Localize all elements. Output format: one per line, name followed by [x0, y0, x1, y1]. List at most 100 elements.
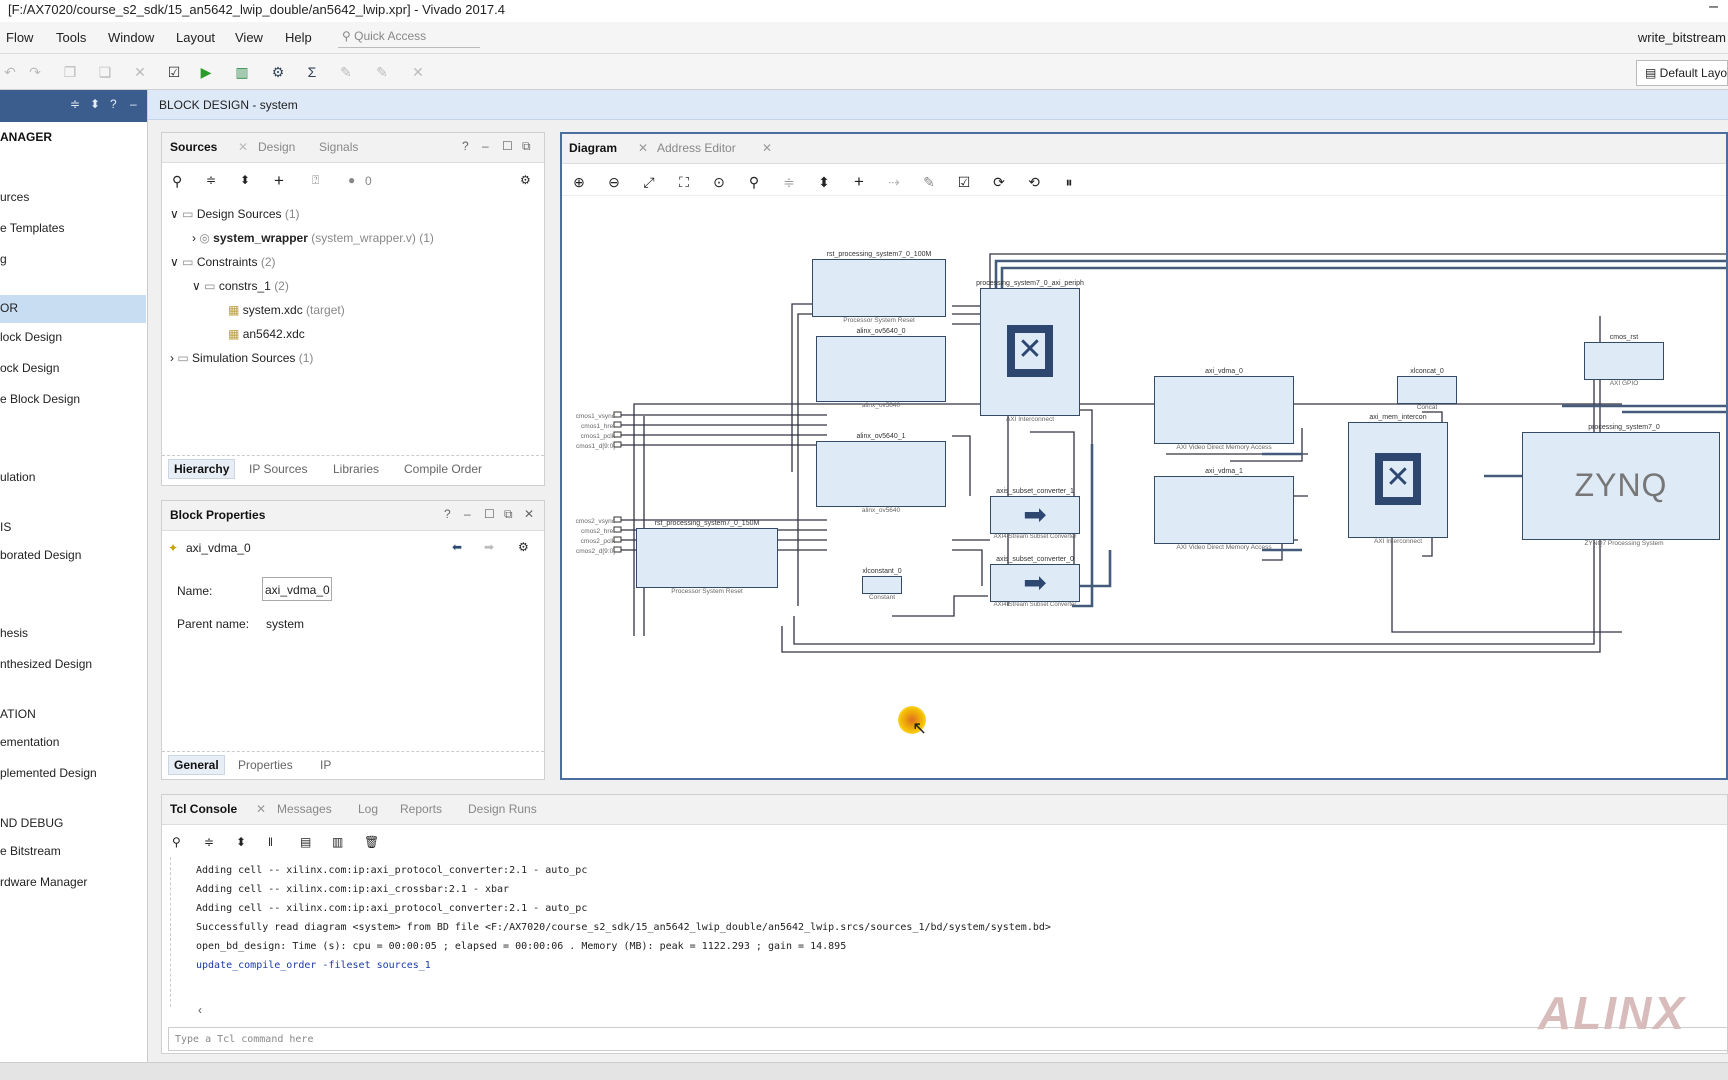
nav-run-synthesis[interactable]: hesis	[0, 626, 28, 640]
tree-system-wrapper[interactable]: › ◎ system_wrapper (system_wrapper.v) (1…	[192, 231, 434, 245]
tab-sources[interactable]: Sources	[170, 140, 217, 154]
nav-program-and-debug[interactable]: ND DEBUG	[0, 816, 63, 830]
tool-disabled-icon-3[interactable]: ✕	[408, 62, 428, 82]
tree-an5642-xdc[interactable]: ▦ an5642.xdc	[228, 327, 305, 341]
name-input[interactable]: axi_vdma_0	[262, 577, 332, 601]
nav-open-block-design[interactable]: ock Design	[0, 361, 59, 375]
add-ip-icon[interactable]: +	[849, 172, 869, 192]
search-icon[interactable]: ⚲	[172, 835, 181, 849]
nav-run-simulation[interactable]: ulation	[0, 470, 35, 484]
wrench-icon[interactable]: ✎	[919, 172, 939, 192]
minimize-icon[interactable]: –	[482, 139, 489, 153]
tool-disabled-icon-1[interactable]: ✎	[336, 62, 356, 82]
float-icon[interactable]: ⧉	[522, 139, 531, 154]
zoom-selection-icon[interactable]: ⛶	[674, 172, 694, 192]
tab-design[interactable]: Design	[258, 140, 295, 154]
tree-design-sources[interactable]: ∨ ▭ Design Sources (1)	[170, 207, 300, 221]
gear-icon[interactable]: ⚙	[520, 173, 531, 187]
block-axi-vdma-1[interactable]: axi_vdma_1 AXI Video Direct Memory Acces…	[1152, 468, 1296, 552]
pause-icon[interactable]: ‖	[268, 835, 273, 849]
program-icon[interactable]: ▥	[232, 62, 252, 82]
nav-create-block-design[interactable]: lock Design	[0, 330, 62, 344]
nav-ip-catalog[interactable]: g	[0, 252, 7, 266]
regenerate-layout-icon[interactable]: ⟲	[1024, 172, 1044, 192]
close-icon[interactable]: ✕	[238, 140, 248, 154]
paste-icon[interactable]: ❏	[95, 62, 115, 82]
minimize-button[interactable]: –	[1709, 0, 1718, 16]
quick-access-input[interactable]: ⚲ Quick Access	[338, 26, 480, 48]
close-icon[interactable]: ✕	[762, 141, 772, 155]
scroll-left-icon[interactable]: ‹	[198, 1003, 202, 1017]
validate-icon[interactable]: ☑	[164, 62, 184, 82]
collapse-all-icon[interactable]: ≑	[206, 173, 216, 187]
block-rst-150m[interactable]: rst_processing_system7_0_150M Processor …	[636, 520, 778, 600]
tool-disabled-icon-2[interactable]: ✎	[372, 62, 392, 82]
tab-signals[interactable]: Signals	[319, 140, 358, 154]
tab-general[interactable]: General	[168, 755, 225, 775]
tab-hierarchy[interactable]: Hierarchy	[168, 459, 236, 479]
forward-arrow-icon[interactable]: ➡	[484, 540, 494, 554]
refresh-icon[interactable]: ⟳	[989, 172, 1009, 192]
block-axi-periph[interactable]: processing_system7_0_axi_periph ✕ AXI In…	[970, 280, 1090, 424]
close-icon[interactable]: ✕	[256, 802, 266, 816]
center-icon[interactable]: ⊙	[709, 172, 729, 192]
copy-icon[interactable]: ▤	[300, 835, 311, 849]
help-icon[interactable]: ?	[444, 507, 451, 521]
block-axi-vdma-0[interactable]: axi_vdma_0 AXI Video Direct Memory Acces…	[1152, 368, 1296, 452]
tab-log[interactable]: Log	[358, 802, 378, 816]
tree-simulation-sources[interactable]: › ▭ Simulation Sources (1)	[170, 351, 313, 365]
block-xlconstant-0[interactable]: xlconstant_0 Constant	[852, 568, 912, 606]
tree-constraints[interactable]: ∨ ▭ Constraints (2)	[170, 255, 276, 269]
block-xlconcat-0[interactable]: xlconcat_0 Concat	[1394, 368, 1460, 418]
menu-tools[interactable]: Tools	[56, 30, 86, 45]
block-axi-mem-intercon[interactable]: axi_mem_intercon ✕ AXI Interconnect	[1348, 414, 1448, 545]
menu-layout[interactable]: Layout	[176, 30, 215, 45]
tab-compile-order[interactable]: Compile Order	[404, 462, 482, 476]
help-icon[interactable]: ?	[462, 139, 469, 153]
undo-icon[interactable]: ↶	[0, 62, 20, 82]
tab-diagram[interactable]: Diagram	[569, 141, 617, 155]
settings-icon[interactable]: ⚙	[268, 62, 288, 82]
restore-icon[interactable]: ☐	[502, 139, 513, 153]
optimize-routing-icon[interactable]: ⏸	[1059, 172, 1079, 192]
nav-rtl-analysis[interactable]: IS	[0, 520, 11, 534]
minimize-icon[interactable]: –	[130, 97, 137, 111]
redo-icon[interactable]: ↷	[25, 62, 45, 82]
tab-tcl-console[interactable]: Tcl Console	[170, 802, 237, 816]
delete-icon[interactable]: ✕	[130, 62, 150, 82]
collapse-all-icon[interactable]: ≑	[204, 835, 214, 849]
add-sources-icon[interactable]: +	[274, 171, 284, 191]
menu-window[interactable]: Window	[108, 30, 154, 45]
copy-icon[interactable]: ❐	[60, 62, 80, 82]
close-icon[interactable]: ✕	[524, 507, 534, 521]
block-cmos-rst-gpio[interactable]: cmos_rst AXI GPIO	[1582, 334, 1666, 390]
collapse-icon[interactable]: ≑	[779, 172, 799, 192]
nav-ip-integrator[interactable]: OR	[0, 295, 146, 323]
float-icon[interactable]: ⧉	[504, 507, 513, 522]
block-axis-subset-converter-0[interactable]: axis_subset_converter_0 ➡ AXI4-Stream Su…	[988, 556, 1082, 616]
block-alinx-ov5640-0[interactable]: alinx_ov5640_0 alinx_ov5640	[816, 328, 946, 414]
zoom-out-icon[interactable]: ⊖	[604, 172, 624, 192]
nav-add-sources[interactable]: urces	[0, 190, 29, 204]
menu-help[interactable]: Help	[285, 30, 312, 45]
nav-open-synthesized-design[interactable]: nthesized Design	[0, 657, 92, 671]
nav-language-templates[interactable]: e Templates	[0, 221, 64, 235]
tab-ip-sources[interactable]: IP Sources	[249, 462, 307, 476]
tab-address-editor[interactable]: Address Editor	[657, 141, 736, 155]
block-rst-100m[interactable]: rst_processing_system7_0_100M Processor …	[812, 251, 946, 337]
tab-design-runs[interactable]: Design Runs	[468, 802, 537, 816]
expand-icon[interactable]: ⬍	[814, 172, 834, 192]
tree-system-xdc[interactable]: ▦ system.xdc (target)	[228, 303, 345, 317]
close-icon[interactable]: ✕	[638, 141, 648, 155]
expand-all-icon[interactable]: ⬍	[240, 173, 250, 187]
minimize-icon[interactable]: –	[464, 507, 471, 521]
back-arrow-icon[interactable]: ⬅	[452, 540, 462, 554]
search-icon[interactable]: ⚲	[744, 172, 764, 192]
block-alinx-ov5640-1[interactable]: alinx_ov5640_1 alinx_ov5640	[816, 433, 946, 519]
nav-hardware-manager[interactable]: rdware Manager	[0, 875, 87, 889]
tab-ip[interactable]: IP	[320, 758, 331, 772]
expand-all-icon[interactable]: ⬍	[90, 97, 100, 111]
unknown-icon[interactable]: ⍰	[312, 173, 319, 188]
nav-open-elaborated-design[interactable]: borated Design	[0, 548, 81, 562]
block-axis-subset-converter-1[interactable]: axis_subset_converter_1 ➡ AXI4-Stream Su…	[988, 488, 1082, 548]
